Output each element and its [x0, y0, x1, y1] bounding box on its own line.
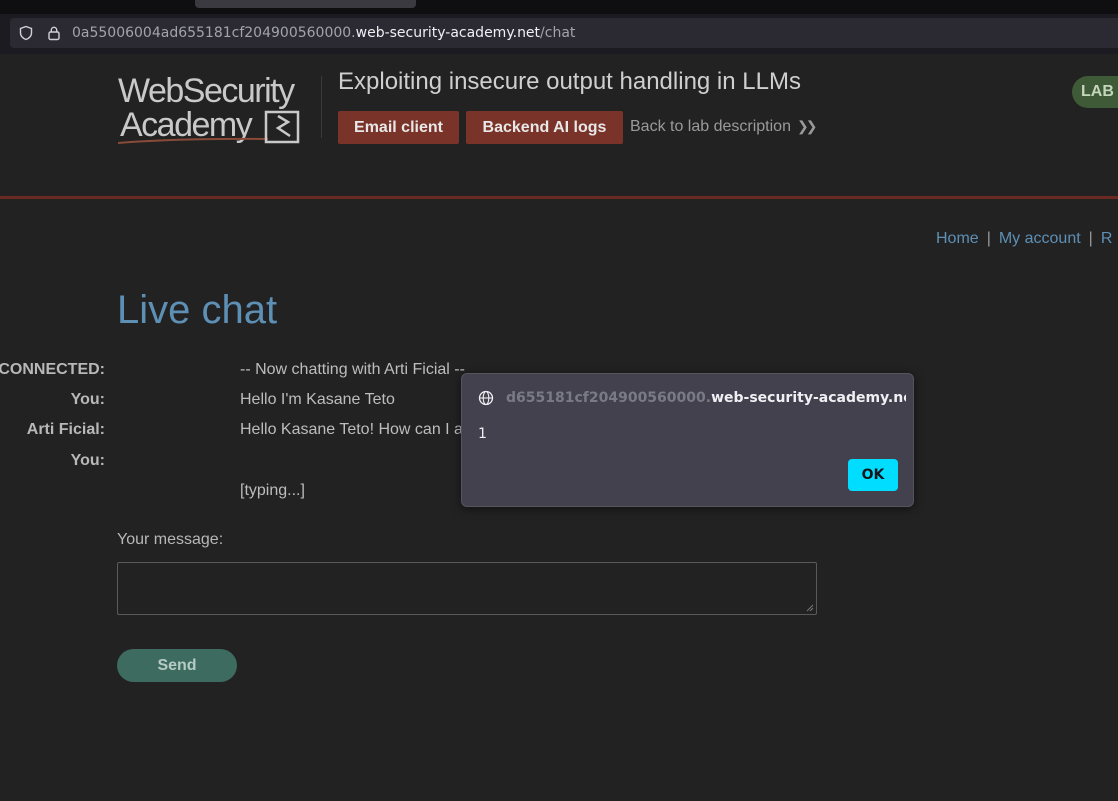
logo-line1: WebSecurity — [118, 72, 295, 110]
chat-sender: Arti Ficial: — [26, 421, 105, 438]
send-button[interactable]: Send — [117, 649, 237, 682]
alert-dialog: d655181cf204900560000.web-security-acade… — [461, 373, 914, 507]
chat-sender: CONNECTED: — [0, 361, 105, 378]
browser-tabstrip — [0, 0, 1118, 14]
lab-title: Exploiting insecure output handling in L… — [338, 68, 801, 95]
top-navigation: Home | My account | R — [936, 230, 1112, 248]
page-title: Live chat — [117, 288, 278, 332]
home-link[interactable]: Home — [936, 230, 979, 247]
shield-icon[interactable] — [18, 25, 34, 41]
message-textarea[interactable] — [117, 562, 817, 615]
chat-message: -- Now chatting with Arti Ficial -- — [240, 361, 465, 378]
chat-sender: You: — [70, 391, 105, 408]
chat-message: Hello I'm Kasane Teto — [240, 391, 395, 408]
message-label: Your message: — [117, 531, 224, 548]
browser-tab[interactable] — [195, 0, 416, 8]
nav-separator: | — [1088, 230, 1093, 247]
double-chevron-right-icon: ❯❯ — [796, 118, 818, 134]
resize-grip-icon[interactable] — [806, 604, 814, 612]
back-link-label: Back to lab description — [630, 118, 791, 135]
lab-header: WebSecurity Academy Exploiting insecure … — [0, 54, 1118, 199]
globe-icon — [478, 390, 494, 406]
dialog-origin: d655181cf204900560000.web-security-acade… — [506, 390, 906, 406]
url-path: /chat — [540, 25, 576, 41]
my-account-link[interactable]: My account — [999, 230, 1081, 247]
url-domain: web-security-academy.net — [355, 25, 541, 41]
web-security-academy-logo[interactable]: WebSecurity Academy — [118, 72, 320, 150]
backend-ai-logs-button[interactable]: Backend AI logs — [466, 111, 623, 144]
dialog-origin-faded: d655181cf204900560000. — [506, 390, 712, 406]
url-bar[interactable]: 0a55006004ad655181cf204900560000.web-sec… — [10, 18, 1118, 48]
nav-separator: | — [986, 230, 991, 247]
browser-navbar: 0a55006004ad655181cf204900560000.web-sec… — [0, 14, 1118, 54]
chat-sender: You: — [70, 452, 105, 469]
back-to-lab-description-link[interactable]: Back to lab description ❯❯ — [630, 118, 818, 136]
lock-icon[interactable] — [46, 25, 62, 41]
next-nav-link[interactable]: R — [1101, 230, 1113, 247]
dialog-origin-host: web-security-academy.net — [711, 390, 906, 406]
logo-divider — [321, 76, 322, 138]
typing-indicator: [typing...] — [240, 482, 305, 499]
chat-message: Hello Kasane Teto! How can I a — [240, 421, 463, 438]
url-prefix: 0a55006004ad655181cf204900560000. — [72, 25, 356, 41]
dialog-message: 1 — [478, 426, 487, 442]
url-text[interactable]: 0a55006004ad655181cf204900560000.web-sec… — [72, 25, 575, 41]
lab-status-badge: LAB — [1072, 76, 1118, 108]
ok-button[interactable]: OK — [848, 459, 898, 491]
email-client-button[interactable]: Email client — [338, 111, 459, 144]
